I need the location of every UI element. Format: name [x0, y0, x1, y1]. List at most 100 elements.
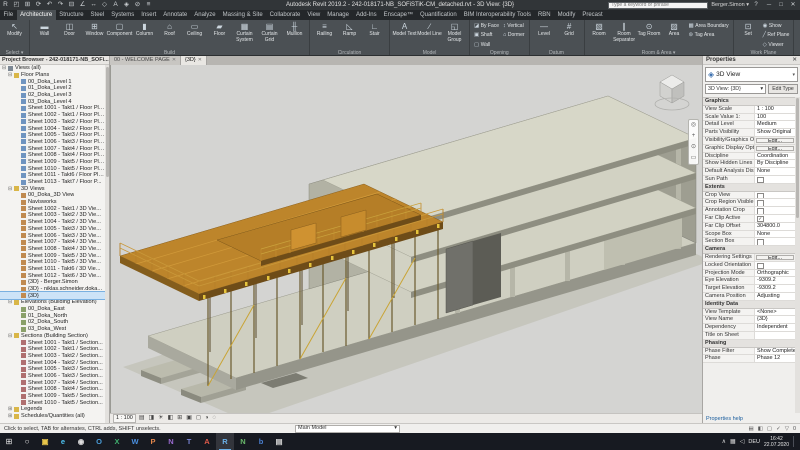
browser-tree-item[interactable]: Sheet 1011 - Takt6 / 3D Vie...	[0, 266, 105, 273]
full-navigation-wheel-icon[interactable]: ◎	[691, 122, 696, 129]
temporary-view-properties-icon[interactable]: ◌	[213, 414, 217, 423]
browser-tree-item[interactable]: Sheet 1002 - Takt1 / 3D Vie...	[0, 205, 105, 212]
close-button[interactable]: ✕	[787, 0, 799, 10]
property-value[interactable]: Edit...	[756, 138, 794, 143]
ribbon-tab[interactable]: Modify	[554, 10, 579, 20]
start-button[interactable]: ⊞	[0, 433, 18, 450]
property-row[interactable]: Phase Phase 12	[703, 355, 795, 363]
browser-tree-item[interactable]: Sheet 1010 - Takt5 / Section...	[0, 399, 105, 406]
ribbon-button[interactable]: ╫ Mullion	[282, 21, 307, 50]
browser-tree-item[interactable]: Sheet 1005 - Takt3 / Section...	[0, 366, 105, 373]
property-value[interactable]	[755, 332, 795, 339]
property-row[interactable]: Scope Box None	[703, 231, 795, 239]
ribbon-tab[interactable]: Quantification	[417, 10, 461, 20]
property-value[interactable]: <None>	[755, 309, 795, 316]
ribbon-button[interactable]: ↕ Vertical	[501, 21, 527, 31]
ribbon-tab[interactable]: Precast	[579, 10, 606, 20]
property-row[interactable]: Locked Orientation	[703, 262, 795, 270]
property-value[interactable]	[755, 215, 795, 222]
view-cube[interactable]	[652, 70, 692, 114]
element-filter-combo[interactable]: 3D View: {3D} ▾	[705, 84, 766, 94]
browser-tree-item[interactable]: 03_Doka_West	[0, 326, 105, 333]
bluebeam[interactable]: b	[252, 433, 270, 450]
browser-tree-item[interactable]: Sheet 1003 - Takt2 / 3D Vie...	[0, 212, 105, 219]
chrome-browser[interactable]: ◉	[72, 433, 90, 450]
browser-tree-item[interactable]: Sheet 1005 - Takt3 / 3D Vie...	[0, 226, 105, 233]
property-value[interactable]: Show Original	[755, 129, 795, 136]
property-value[interactable]: None	[755, 168, 795, 175]
ribbon-button[interactable]: ⌂ Dormer	[501, 31, 527, 41]
property-value[interactable]: By Discipline	[755, 160, 795, 167]
tag-icon[interactable]: ◇	[99, 0, 110, 10]
property-value[interactable]: 100	[755, 114, 795, 121]
view-tab-close-icon[interactable]: ✕	[172, 56, 176, 65]
ribbon-tab[interactable]: Massing & Site	[219, 10, 266, 20]
ribbon-button[interactable]: ▬ Wall	[32, 21, 57, 50]
ribbon-button[interactable]: ╱ Ref Plane	[761, 31, 792, 41]
property-row[interactable]: Section Box	[703, 238, 795, 246]
property-value[interactable]: None	[755, 231, 795, 238]
property-value[interactable]: 304800.0	[755, 223, 795, 230]
ribbon-button[interactable]: ↖ Modify	[2, 21, 27, 50]
browser-tree-item[interactable]: 00_Doka_East	[0, 306, 105, 313]
ribbon-tab[interactable]: Enscape™	[380, 10, 416, 20]
zoom-icon[interactable]: ⊙	[691, 144, 696, 151]
property-row[interactable]: Default Analysis Display... None	[703, 168, 795, 176]
ribbon-button[interactable]: ∕ Model Line	[417, 21, 442, 50]
property-row[interactable]: Target Elevation -9309.2	[703, 285, 795, 293]
ribbon-button[interactable]: ▦ Curtain System	[232, 21, 257, 50]
text-icon[interactable]: A	[110, 0, 121, 10]
property-value[interactable]: Independent	[755, 324, 795, 331]
browser-tree-item[interactable]: Sheet 1007 - Takt4 / 3D Vie...	[0, 239, 105, 246]
browser-tree-item[interactable]: Sheet 1004 - Takt2 / Floor Pla...	[0, 125, 105, 132]
browser-tree-item[interactable]: 03_Doka_Level 4	[0, 98, 105, 105]
acrobat[interactable]: A	[198, 433, 216, 450]
browser-tree-item[interactable]: Sheet 1004 - Takt2 / Section...	[0, 359, 105, 366]
property-row[interactable]: Rendering Settings Edit...	[703, 254, 795, 262]
property-row[interactable]: Scale Value 1: 100	[703, 114, 795, 122]
teams[interactable]: T	[180, 433, 198, 450]
browser-tree-item[interactable]: Sheet 1001 - Takt1 / Floor Pla...	[0, 105, 105, 112]
browser-tree-item[interactable]: {3D} - Berger.Simon	[0, 279, 105, 286]
properties-scrollbar[interactable]	[795, 97, 800, 413]
sun-settings-icon[interactable]: ☀	[158, 414, 163, 423]
browser-tree-item[interactable]: Sheet 1009 - Takt5 / Section...	[0, 393, 105, 400]
section-icon[interactable]: ⊘	[132, 0, 143, 10]
sync-icon[interactable]: ⟳	[33, 0, 44, 10]
property-row[interactable]: Detail Level Medium	[703, 121, 795, 129]
browser-tree-item[interactable]: 00_Doka_Level 1	[0, 78, 105, 85]
scale-control[interactable]: 1 : 100	[113, 414, 136, 423]
ribbon-button[interactable]: ▢ Wall	[472, 40, 501, 50]
browser-tree-item[interactable]: Sheet 1008 - Takt4 / Section...	[0, 386, 105, 393]
property-value[interactable]	[755, 207, 795, 214]
browser-tree-item[interactable]: Navisworks	[0, 199, 105, 206]
browser-tree-item[interactable]: Sheet 1007 - Takt4 / Floor Pla...	[0, 145, 105, 152]
file-explorer[interactable]: ▣	[36, 433, 54, 450]
browser-tree-item[interactable]: 01_Doka_North	[0, 312, 105, 319]
notepad[interactable]: ▤	[270, 433, 288, 450]
property-row[interactable]: Dependency Independent	[703, 324, 795, 332]
ribbon-tab[interactable]: RBN	[534, 10, 554, 20]
property-value[interactable]: Edit...	[756, 255, 794, 260]
ribbon-button[interactable]: ▰ Floor	[207, 21, 232, 50]
ribbon-panel-label[interactable]: Opening	[472, 50, 527, 56]
ribbon-button[interactable]: # Grid	[557, 21, 582, 50]
ribbon-button[interactable]: ▧ Room	[587, 21, 612, 50]
ribbon-button[interactable]: ⊡ Set	[736, 21, 761, 50]
ribbon-button[interactable]: A Model Text	[392, 21, 417, 50]
measure-icon[interactable]: ∠	[77, 0, 88, 10]
property-row[interactable]: Discipline Coordination	[703, 153, 795, 161]
browser-tree-item[interactable]: Sheet 1005 - Takt3 / Floor Pla...	[0, 132, 105, 139]
type-selector[interactable]: ◈ 3D View ▾	[705, 67, 798, 82]
maximize-button[interactable]: □	[775, 0, 787, 10]
property-row[interactable]: Identity Data	[703, 301, 795, 309]
property-row[interactable]: Visibility/Graphics Over... Edit...	[703, 137, 795, 145]
browser-tree-item[interactable]: Sheet 1009 - Takt5 / 3D Vie...	[0, 252, 105, 259]
property-row[interactable]: Sun Path	[703, 176, 795, 184]
browser-tree-item[interactable]: Sheet 1002 - Takt1 / Floor Pla...	[0, 112, 105, 119]
ribbon-button[interactable]: ◱ Model Group	[442, 21, 467, 50]
ribbon-tab[interactable]: Systems	[108, 10, 138, 20]
ribbon-button[interactable]: ▣ Shaft	[472, 31, 501, 41]
onenote[interactable]: N	[162, 433, 180, 450]
property-row[interactable]: Graphic Display Options Edit...	[703, 145, 795, 153]
